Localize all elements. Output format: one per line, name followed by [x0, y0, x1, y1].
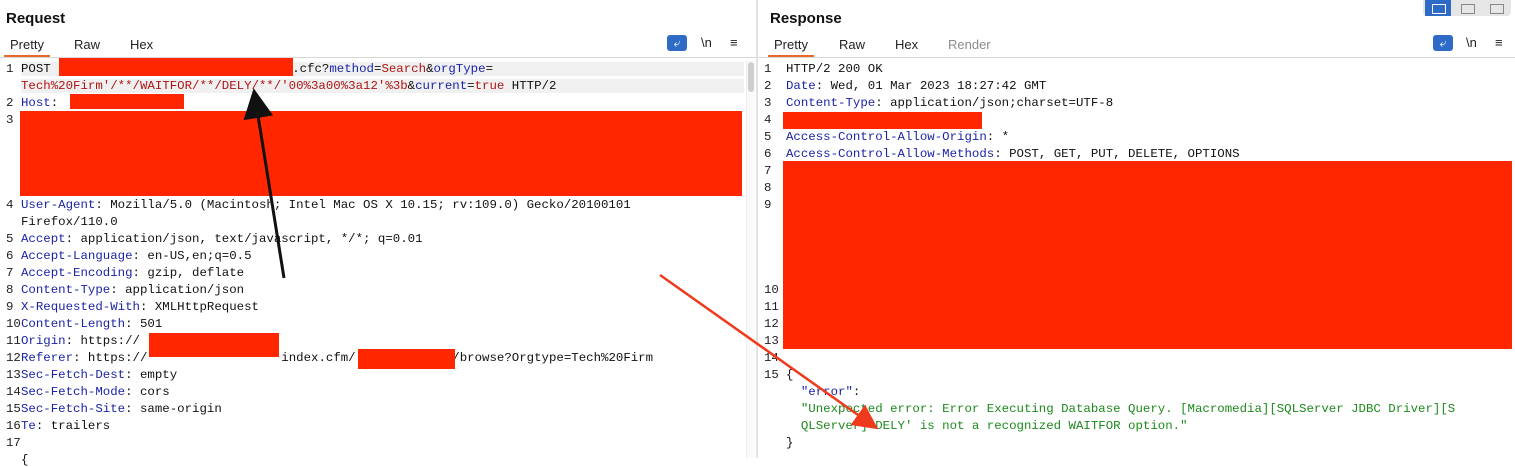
code-text: Content-Type: application/json;charset=U…: [786, 96, 1114, 110]
line-number: 13: [764, 334, 779, 348]
code-text: }: [786, 436, 794, 450]
line-number: 11: [764, 300, 779, 314]
line-number: 4: [6, 198, 14, 212]
code-text: Sec-Fetch-Mode: cors: [21, 385, 170, 399]
menu-icon[interactable]: ≡: [730, 35, 738, 50]
code-text: {: [786, 368, 794, 382]
line-number: 14: [764, 351, 779, 365]
tab-hex[interactable]: Hex: [895, 37, 918, 52]
code-text: Te: trailers: [21, 419, 111, 433]
line-number: 3: [6, 113, 14, 127]
line-number: 6: [6, 249, 14, 263]
code-text: Sec-Fetch-Dest: empty: [21, 368, 178, 382]
line-number: 10: [764, 283, 779, 297]
code-text: User-Agent: Mozilla/5.0 (Macintosh; Inte…: [21, 198, 631, 212]
code-text: X-Requested-With: XMLHttpRequest: [21, 300, 259, 314]
tab-raw[interactable]: Raw: [74, 37, 100, 52]
code-text: Accept-Encoding: gzip, deflate: [21, 266, 245, 280]
code-text: Firefox/110.0: [21, 215, 118, 229]
redaction-box: [20, 111, 742, 196]
line-number: 1: [764, 62, 772, 76]
line-number: 2: [764, 79, 772, 93]
wrap-lines-icon[interactable]: ⤶: [667, 35, 687, 51]
code-text: Date: Wed, 01 Mar 2023 18:27:42 GMT: [786, 79, 1047, 93]
code-text: Host:: [21, 96, 66, 110]
layout-side-by-side-icon[interactable]: [1425, 0, 1451, 16]
request-tabs: Pretty Raw Hex ⤶ \n ≡: [0, 33, 756, 58]
line-number: 9: [6, 300, 14, 314]
layout-stacked-icon[interactable]: [1454, 0, 1480, 16]
response-pane: Response Pretty Raw Hex Render ⤶ \n ≡ 1H…: [758, 0, 1515, 458]
redaction-box: [70, 94, 184, 109]
tab-render[interactable]: Render: [948, 37, 991, 52]
line-number: 8: [6, 283, 14, 297]
tab-hex[interactable]: Hex: [130, 37, 153, 52]
line-number: 3: [764, 96, 772, 110]
code-text: Tech%20Firm'/**/WAITFOR/**/DELY/**/'00%3…: [21, 79, 744, 93]
code-text: "error":: [786, 385, 861, 399]
request-scrollbar[interactable]: [746, 60, 755, 458]
layout-tabs-icon[interactable]: [1483, 0, 1509, 16]
line-number: 7: [6, 266, 14, 280]
line-number: 2: [6, 96, 14, 110]
tab-pretty[interactable]: Pretty: [768, 37, 814, 57]
line-number: 12: [6, 351, 21, 365]
line-number: 5: [6, 232, 14, 246]
response-tabs: Pretty Raw Hex Render ⤶ \n ≡: [758, 33, 1515, 58]
line-number: 13: [6, 368, 21, 382]
line-number: 7: [764, 164, 772, 178]
code-text: Access-Control-Allow-Methods: POST, GET,…: [786, 147, 1240, 161]
code-text: Access-Control-Allow-Origin: *: [786, 130, 1010, 144]
line-number: 17: [6, 436, 21, 450]
tab-pretty[interactable]: Pretty: [4, 37, 50, 57]
newline-toggle[interactable]: \n: [1466, 35, 1477, 50]
code-text: Content-Type: application/json: [21, 283, 245, 297]
redaction-box: [149, 333, 279, 357]
redaction-box: [358, 349, 455, 369]
line-number: 1: [6, 62, 14, 76]
code-text: HTTP/2 200 OK: [786, 62, 883, 76]
code-text: Origin: https://: [21, 334, 140, 348]
code-text: Accept-Language: en-US,en;q=0.5: [21, 249, 252, 263]
code-text: "Unexpected error: Error Executing Datab…: [786, 402, 1456, 416]
line-number: 10: [6, 317, 21, 331]
redaction-box: [783, 112, 982, 129]
menu-icon[interactable]: ≡: [1495, 35, 1503, 50]
code-text: Sec-Fetch-Site: same-origin: [21, 402, 222, 416]
line-number: 4: [764, 113, 772, 127]
line-number: 15: [6, 402, 21, 416]
code-text: Referer: https:// index.cfm/ /browse?Org…: [21, 351, 654, 365]
line-number: 11: [6, 334, 21, 348]
line-number: 16: [6, 419, 21, 433]
line-number: 6: [764, 147, 772, 161]
tab-raw[interactable]: Raw: [839, 37, 865, 52]
request-pane: Request Pretty Raw Hex ⤶ \n ≡ 1 POST .cfc…: [0, 0, 756, 467]
line-number: 14: [6, 385, 21, 399]
line-number: 12: [764, 317, 779, 331]
wrap-lines-icon[interactable]: ⤶: [1433, 35, 1453, 51]
line-number: 5: [764, 130, 772, 144]
code-text: Content-Length: 501: [21, 317, 163, 331]
code-text: {: [21, 453, 29, 467]
line-number: 15: [764, 368, 779, 382]
redaction-box: [59, 58, 293, 76]
redaction-box: [783, 161, 1512, 349]
code-text: QLServer]'DELY' is not a recognized WAIT…: [786, 419, 1188, 433]
line-number: 9: [764, 198, 772, 212]
code-text: Accept: application/json, text/javascrip…: [21, 232, 423, 246]
layout-toggle: [1423, 0, 1511, 16]
line-number: 8: [764, 181, 772, 195]
newline-toggle[interactable]: \n: [701, 35, 712, 50]
response-title: Response: [770, 10, 842, 27]
request-title: Request: [6, 10, 66, 27]
